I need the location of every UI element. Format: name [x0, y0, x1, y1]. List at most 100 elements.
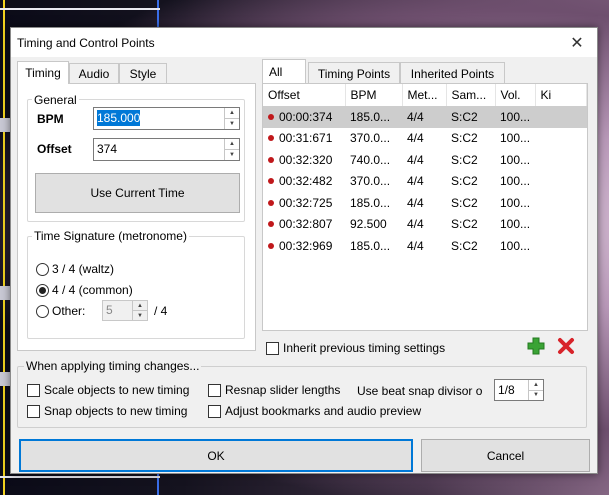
plus-icon	[527, 337, 545, 355]
timing-point-dot-icon	[268, 113, 274, 120]
remove-point-button[interactable]	[557, 337, 575, 355]
cell-volume: 100...	[500, 174, 531, 189]
column-header[interactable]: Ki	[535, 84, 587, 106]
cell-bpm: 370.0...	[350, 131, 391, 146]
cell-sample: S:C2	[451, 131, 478, 146]
close-icon: ✕	[570, 34, 584, 52]
general-group-label: General	[32, 93, 79, 107]
offset-label: Offset	[37, 142, 72, 156]
cell-kiai	[535, 192, 587, 214]
cell-offset: 00:32:482	[263, 171, 345, 193]
radio-other[interactable]: Other:	[36, 304, 85, 318]
spin-down-icon[interactable]: ▼	[225, 150, 239, 160]
timing-tab-panel: General BPM 185.000 ▲ ▼ Offset 374 ▲ ▼ Use…	[17, 83, 256, 351]
radio-common[interactable]: 4 / 4 (common)	[36, 283, 133, 297]
cell-offset: 00:31:671	[263, 128, 345, 150]
cell-meter: 4/4	[407, 131, 424, 146]
inherit-checkbox[interactable]: Inherit previous timing settings	[266, 341, 445, 355]
cell-kiai	[535, 106, 587, 128]
timeline-line	[3, 0, 5, 495]
tab-timing-points[interactable]: Timing Points	[308, 62, 400, 84]
timing-point-dot-icon	[268, 178, 274, 185]
cell-sample: S:C2	[451, 217, 478, 232]
timing-points-list[interactable]: Offset BPM Met... Sam... Vol. Ki 00:00:3…	[262, 83, 588, 331]
cell-kiai	[535, 149, 587, 171]
table-row[interactable]: 00:32:320 740.0... 4/4 S:C2 100...	[263, 149, 587, 171]
cell-meter: 4/4	[407, 195, 424, 210]
cell-kiai	[535, 235, 587, 257]
cell-sample: S:C2	[451, 152, 478, 167]
adjust-bookmarks-checkbox[interactable]: Adjust bookmarks and audio preview	[208, 404, 421, 418]
timing-point-dot-icon	[268, 242, 274, 249]
tab-timing[interactable]: Timing	[17, 61, 69, 84]
ok-button[interactable]: OK	[19, 439, 413, 472]
table-row[interactable]: 00:32:807 92.500 4/4 S:C2 100...	[263, 214, 587, 236]
radio-waltz[interactable]: 3 / 4 (waltz)	[36, 262, 114, 276]
cell-offset: 00:32:969	[263, 235, 345, 257]
table-row[interactable]: 00:32:482 370.0... 4/4 S:C2 100...	[263, 171, 587, 193]
close-button[interactable]: ✕	[557, 28, 597, 57]
timing-dialog: Timing and Control Points ✕ Timing Audio…	[10, 27, 598, 474]
cancel-button[interactable]: Cancel	[421, 439, 590, 472]
cell-meter: 4/4	[407, 174, 424, 189]
spin-up-icon[interactable]: ▲	[529, 380, 543, 391]
column-header[interactable]: Vol.	[495, 84, 536, 106]
window-title: Timing and Control Points	[17, 35, 155, 50]
column-header[interactable]: Met...	[402, 84, 447, 106]
cell-bpm: 185.0...	[350, 238, 391, 253]
resnap-sliders-checkbox[interactable]: Resnap slider lengths	[208, 383, 340, 397]
cell-bpm: 185.0...	[345, 106, 402, 128]
cell-bpm: 740.0...	[350, 152, 391, 167]
cell-kiai	[535, 128, 587, 150]
spin-up-icon: ▲	[133, 301, 147, 311]
timing-point-dot-icon	[268, 135, 274, 142]
table-row[interactable]: 00:32:725 185.0... 4/4 S:C2 100...	[263, 192, 587, 214]
spin-down-icon[interactable]: ▼	[225, 119, 239, 129]
tab-all[interactable]: All	[262, 59, 306, 83]
table-row[interactable]: 00:00:374 185.0... 4/4 S:C2 100...	[263, 106, 587, 128]
cell-volume: 100...	[500, 217, 531, 232]
tab-audio[interactable]: Audio	[69, 63, 119, 84]
other-meter-input[interactable]: 5 ▲ ▼	[102, 300, 148, 321]
cell-meter: 4/4	[407, 152, 424, 167]
timing-point-dot-icon	[268, 199, 274, 206]
offset-input[interactable]: 374 ▲ ▼	[93, 138, 240, 161]
spin-up-icon[interactable]: ▲	[225, 108, 239, 119]
cell-bpm: 92.500	[350, 217, 387, 232]
scale-objects-checkbox[interactable]: Scale objects to new timing	[27, 383, 189, 397]
other-meter-suffix: / 4	[154, 304, 168, 318]
spin-down-icon[interactable]: ▼	[529, 391, 543, 401]
column-header[interactable]: BPM	[345, 84, 403, 106]
cell-offset: 00:32:725	[263, 192, 345, 214]
cell-offset: 00:32:807	[263, 214, 345, 236]
cell-offset: 00:00:374	[263, 106, 345, 128]
spin-down-icon: ▼	[137, 312, 143, 319]
applying-group-label: When applying timing changes...	[24, 359, 202, 373]
bpm-input[interactable]: 185.000 ▲ ▼	[93, 107, 240, 130]
use-current-time-button[interactable]: Use Current Time	[35, 173, 240, 213]
tab-inherited-points[interactable]: Inherited Points	[400, 62, 505, 84]
cell-offset: 00:32:320	[263, 149, 345, 171]
title-bar: Timing and Control Points ✕	[11, 28, 597, 57]
column-header[interactable]: Offset	[263, 84, 346, 106]
cell-sample: S:C2	[451, 238, 478, 253]
cell-volume: 100...	[495, 106, 535, 128]
column-header[interactable]: Sam...	[446, 84, 496, 106]
cell-kiai	[535, 214, 587, 236]
beat-snap-input[interactable]: 1/8 ▲ ▼	[494, 379, 544, 401]
x-icon	[558, 338, 574, 354]
cell-meter: 4/4	[407, 238, 424, 253]
timeline-line	[0, 8, 160, 10]
cell-volume: 100...	[500, 238, 531, 253]
cell-volume: 100...	[500, 195, 531, 210]
tab-style[interactable]: Style	[119, 63, 167, 84]
snap-objects-checkbox[interactable]: Snap objects to new timing	[27, 404, 187, 418]
cell-meter: 4/4	[402, 106, 446, 128]
table-row[interactable]: 00:32:969 185.0... 4/4 S:C2 100...	[263, 235, 587, 257]
cell-sample: S:C2	[451, 174, 478, 189]
table-row[interactable]: 00:31:671 370.0... 4/4 S:C2 100...	[263, 128, 587, 150]
spin-up-icon[interactable]: ▲	[225, 139, 239, 150]
cell-meter: 4/4	[407, 217, 424, 232]
cell-sample: S:C2	[451, 195, 478, 210]
add-point-button[interactable]	[527, 337, 545, 355]
